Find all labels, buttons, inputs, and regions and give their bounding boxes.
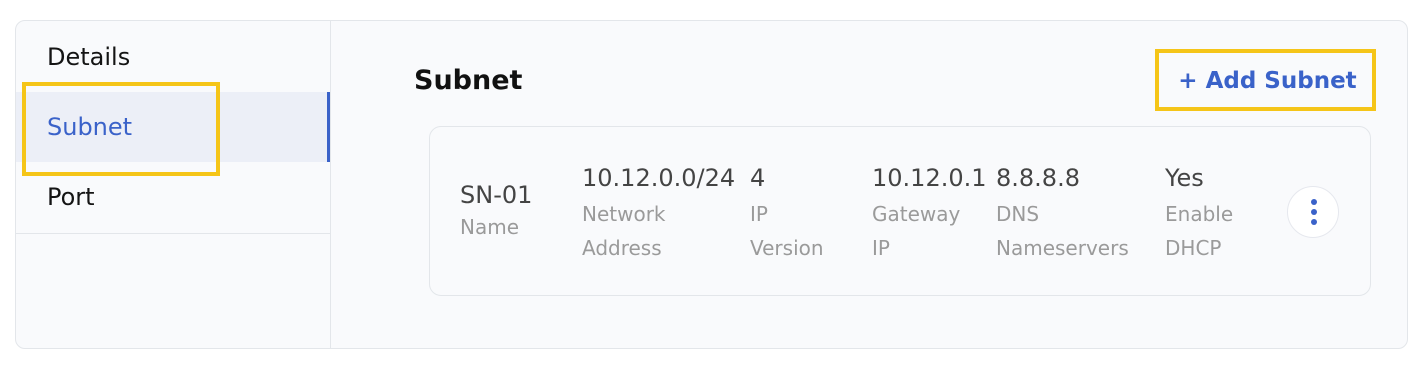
subnet-name-label: Name [460,215,520,239]
network-address-field: 10.12.0.0/24 Network Address [582,163,742,265]
sidebar-item-subnet[interactable]: Subnet [16,92,330,162]
dns-nameservers-label-line1: DNS [996,202,1040,226]
network-address-label: Network Address [582,197,742,265]
enable-dhcp-field: Yes Enable DHCP [1165,163,1255,265]
enable-dhcp-label-line1: Enable [1165,202,1234,226]
ip-version-field: 4 IP Version [750,163,860,265]
gateway-ip-label-line2: IP [872,236,890,260]
ip-version-label: IP Version [750,197,860,265]
ip-version-label-line1: IP [750,202,768,226]
sidebar-nav: Details Subnet Port [16,21,331,348]
dns-nameservers-field: 8.8.8.8 DNS Nameservers [996,163,1156,265]
ip-version-label-line2: Version [750,236,824,260]
gateway-ip-field: 10.12.0.1 Gateway IP [872,163,990,265]
dns-nameservers-label-line2: Nameservers [996,236,1129,260]
sidebar-item-port[interactable]: Port [16,162,330,234]
subnet-name-field: SN-01 Name [460,180,532,244]
gateway-ip-value: 10.12.0.1 [872,164,987,192]
add-subnet-button[interactable]: + Add Subnet [1158,51,1377,111]
network-address-value: 10.12.0.0/24 [582,164,736,192]
network-details-panel: Details Subnet Port Subnet + Add Subnet … [15,20,1408,349]
subnet-actions-menu-button[interactable] [1287,186,1339,238]
enable-dhcp-label-line2: DHCP [1165,236,1222,260]
subnet-name-value: SN-01 [460,181,533,209]
enable-dhcp-value: Yes [1165,164,1204,192]
network-address-label-line1: Network [582,202,666,226]
subnet-card: SN-01 Name 10.12.0.0/24 Network Address … [429,126,1371,296]
ip-version-value: 4 [750,164,766,192]
gateway-ip-label: Gateway IP [872,197,990,265]
dns-nameservers-label: DNS Nameservers [996,197,1156,265]
sidebar-item-details[interactable]: Details [16,22,330,92]
vertical-ellipsis-icon [1311,199,1317,225]
dns-nameservers-value: 8.8.8.8 [996,164,1080,192]
gateway-ip-label-line1: Gateway [872,202,961,226]
enable-dhcp-label: Enable DHCP [1165,197,1255,265]
section-title: Subnet [414,65,523,96]
network-address-label-line2: Address [582,236,662,260]
